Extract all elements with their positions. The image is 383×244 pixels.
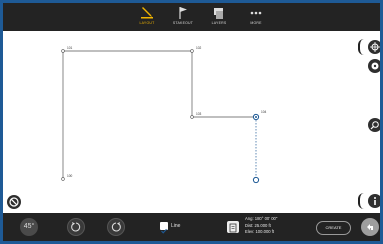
rotate-ccw-button[interactable]: [67, 218, 85, 236]
undo-button[interactable]: [361, 218, 379, 236]
point-label: 100: [67, 174, 73, 178]
elevation-readout: Elev: 100.000 ft: [245, 229, 275, 235]
tab-layers-label: LAYERS: [211, 21, 227, 25]
prohibited-icon: [9, 197, 19, 207]
distance-readout: Dist: 25.000 ft: [245, 222, 271, 228]
zoom-icon: [370, 121, 379, 130]
point-label: 101: [67, 46, 73, 50]
survey-pencil-icon: [141, 7, 153, 19]
info-button[interactable]: [368, 194, 380, 208]
layers-icon: [214, 8, 223, 19]
point-102[interactable]: 102: [190, 46, 202, 53]
target-button[interactable]: [368, 59, 380, 73]
map-canvas[interactable]: 101 102 103 104 100: [3, 31, 380, 213]
angle-button[interactable]: 45°: [20, 218, 38, 236]
point-label: 103: [196, 112, 202, 116]
crosshair-icon: [370, 42, 380, 52]
top-toolbar: LAYOUT STAKEOUT LAYERS MORE: [3, 3, 380, 31]
drawing-svg: 101 102 103 104 100: [61, 46, 267, 184]
bottom-toolbar: 45° Line Ang: 180° 00' 00" Dist: 25.000 …: [3, 213, 380, 241]
app-window: LAYOUT STAKEOUT LAYERS MORE 101 102 103 …: [3, 3, 380, 241]
zoom-button[interactable]: [368, 118, 380, 132]
left-bracket-top: [358, 39, 364, 55]
point-101[interactable]: 101: [61, 46, 73, 53]
measurement-readout: Ang: 180° 00' 00" Dist: 25.000 ft Elev: …: [245, 216, 277, 236]
tab-stakeout-label: STAKEOUT: [172, 21, 194, 25]
rotate-ccw-icon: [71, 222, 81, 232]
create-button[interactable]: CREATE: [316, 221, 351, 235]
rotate-cw-button[interactable]: [107, 218, 125, 236]
undo-icon: [367, 224, 373, 230]
tab-layout[interactable]: LAYOUT: [131, 5, 163, 29]
tab-stakeout[interactable]: STAKEOUT: [167, 5, 199, 29]
document-icon: [229, 223, 237, 233]
tab-layout-label: LAYOUT: [139, 21, 155, 25]
line-segments: [62, 50, 256, 179]
point-104-selected[interactable]: 104: [252, 110, 267, 121]
new-point-target[interactable]: [252, 176, 260, 184]
tab-more[interactable]: MORE: [240, 5, 272, 29]
rotate-cw-icon: [111, 222, 121, 232]
tab-layers[interactable]: LAYERS: [203, 5, 235, 29]
check-icon: [161, 228, 167, 234]
line-checkbox-label: Line: [171, 223, 181, 229]
line-checkbox[interactable]: [160, 222, 168, 234]
left-bracket-bottom: [358, 193, 364, 209]
cancel-button[interactable]: [7, 195, 21, 209]
info-icon: [374, 197, 376, 205]
more-dots-icon: [250, 11, 262, 15]
tab-more-label: MORE: [250, 21, 262, 25]
flag-icon: [179, 7, 187, 19]
app-frame: LAYOUT STAKEOUT LAYERS MORE 101 102 103 …: [0, 0, 383, 244]
recenter-button[interactable]: [368, 40, 380, 54]
point-details-button[interactable]: [227, 221, 239, 233]
point-label: 102: [196, 46, 202, 50]
angle-readout: Ang: 180° 00' 00": [245, 216, 278, 221]
target-icon: [371, 62, 379, 70]
point-label: 104: [261, 110, 267, 114]
